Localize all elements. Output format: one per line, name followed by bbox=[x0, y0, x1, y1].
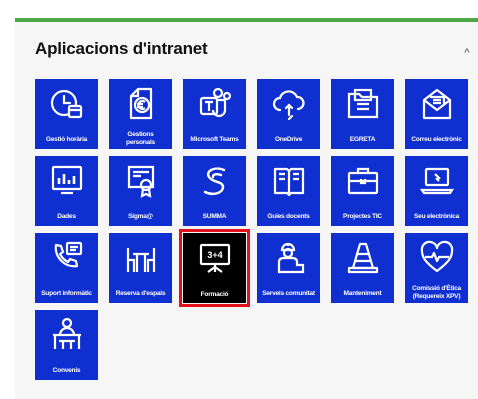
app-label: OneDrive bbox=[274, 135, 303, 143]
app-label: Correu electrònic bbox=[411, 135, 462, 143]
service-worker-icon bbox=[271, 240, 307, 276]
panel-title: Aplicacions d'intranet bbox=[35, 39, 208, 58]
table-chairs-icon bbox=[123, 240, 159, 276]
euro-document-icon bbox=[123, 86, 159, 122]
app-tile-suport-informatic[interactable]: Suport informàtic bbox=[35, 233, 98, 303]
board-text: 3+4 bbox=[207, 250, 222, 260]
app-label: Sigma@ bbox=[128, 212, 153, 220]
app-label: Convenis bbox=[52, 366, 81, 374]
app-tile-summa[interactable]: SUMMA bbox=[183, 156, 246, 226]
folder-doc-icon bbox=[345, 86, 381, 122]
app-tile-sigma[interactable]: Sigma@ bbox=[109, 156, 172, 226]
collapse-chevron-icon[interactable]: ^ bbox=[459, 46, 475, 60]
app-tile-guies-docents[interactable]: Guies docents bbox=[257, 156, 320, 226]
app-label: Serveis comunitat bbox=[262, 289, 315, 297]
app-tile-convenis[interactable]: Convenis bbox=[35, 310, 98, 380]
clock-calendar-icon bbox=[49, 86, 85, 122]
app-label: Microsoft Teams bbox=[190, 135, 239, 143]
app-tile-dades[interactable]: Dades bbox=[35, 156, 98, 226]
app-tile-gestio-horaria[interactable]: Gestió horària bbox=[35, 79, 98, 149]
envelope-icon bbox=[419, 86, 455, 122]
app-label: SUMMA bbox=[202, 212, 227, 220]
phone-support-icon bbox=[49, 240, 85, 276]
app-tile-egreta[interactable]: EGRETA bbox=[331, 79, 394, 149]
app-label: Reserva d'espais bbox=[115, 289, 166, 297]
summa-logo-icon bbox=[197, 163, 233, 199]
laptop-icon bbox=[419, 163, 455, 199]
app-label: Dades bbox=[57, 212, 76, 220]
app-tile-gestions-personals[interactable]: Gestions personals bbox=[109, 79, 172, 149]
app-label: Suport informàtic bbox=[41, 289, 92, 297]
open-book-icon bbox=[271, 163, 307, 199]
app-tile-correu-electronic[interactable]: Correu electrònic bbox=[405, 79, 468, 149]
app-label: Comissió d'Ètica (Requereix XPV) bbox=[412, 285, 461, 300]
app-label: Manteniment bbox=[343, 289, 382, 297]
app-label: Gestions personals bbox=[126, 131, 155, 146]
blackboard-icon: 3+4 bbox=[197, 240, 233, 276]
app-tile-projectes-tic[interactable]: Projectes TIC bbox=[331, 156, 394, 226]
app-tile-onedrive[interactable]: OneDrive bbox=[257, 79, 320, 149]
cloud-sync-icon bbox=[271, 86, 307, 122]
app-label: Seu electrònica bbox=[414, 212, 459, 220]
app-label: EGRETA bbox=[349, 135, 376, 143]
app-label: Projectes TIC bbox=[343, 212, 382, 220]
app-tile-serveis-comunitat[interactable]: Serveis comunitat bbox=[257, 233, 320, 303]
app-tile-manteniment[interactable]: Manteniment bbox=[331, 233, 394, 303]
app-label: Gestió horària bbox=[45, 135, 88, 143]
meeting-podium-icon bbox=[49, 317, 85, 353]
heartbeat-icon bbox=[419, 240, 455, 276]
bar-chart-icon bbox=[49, 163, 85, 199]
app-tile-microsoft-teams[interactable]: Microsoft Teams bbox=[183, 79, 246, 149]
app-label: Guies docents bbox=[267, 212, 310, 220]
briefcase-icon bbox=[345, 163, 381, 199]
app-tile-reserva-espais[interactable]: Reserva d'espais bbox=[109, 233, 172, 303]
teams-icon bbox=[197, 86, 233, 122]
app-tile-seu-electronica[interactable]: Seu electrònica bbox=[405, 156, 468, 226]
app-label: Formació bbox=[200, 290, 229, 298]
app-tile-comissio-etica[interactable]: Comissió d'Ètica (Requereix XPV) bbox=[405, 233, 468, 303]
traffic-cone-icon bbox=[345, 240, 381, 276]
app-tile-formacio[interactable]: 3+4 Formació bbox=[179, 229, 250, 307]
certificate-icon bbox=[123, 163, 159, 199]
